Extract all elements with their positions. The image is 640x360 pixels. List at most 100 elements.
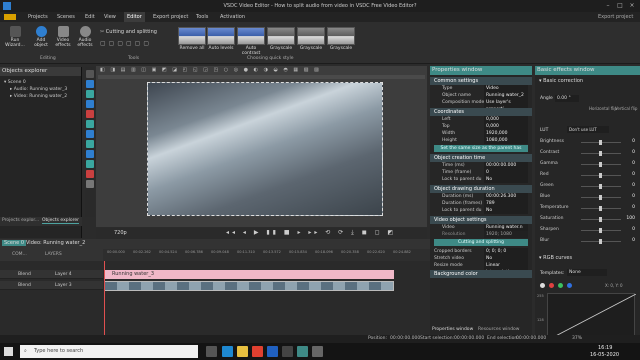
text-object-icon[interactable] [86, 180, 94, 188]
channel-green-icon[interactable] [558, 283, 563, 288]
audio-effects-button[interactable]: Audio effects [74, 26, 96, 48]
tab-properties-window[interactable]: Properties window [432, 327, 473, 332]
section-common[interactable]: Common settings [430, 77, 532, 85]
prop-time-frame[interactable]: Time (frame) 0 [430, 169, 532, 176]
zoom-select[interactable]: 720p [114, 230, 127, 236]
prop-video[interactable]: Video Running water.n [430, 224, 532, 231]
video-effects-button[interactable]: Video effects [52, 26, 74, 48]
ellipse-tool-icon[interactable] [86, 150, 94, 158]
section-drawing-duration[interactable]: Object drawing duration [430, 185, 532, 193]
shape-tool-icon[interactable] [86, 80, 94, 88]
vsdc-taskbar-icon[interactable] [297, 346, 308, 357]
slider-sharpen[interactable]: Sharpen 0 [535, 225, 640, 235]
channel-selector[interactable] [540, 282, 580, 290]
prop-top[interactable]: Top 0,000 [430, 123, 532, 130]
section-video-settings[interactable]: Video object settings [430, 216, 532, 224]
clock-time[interactable]: 16:19 [598, 345, 612, 351]
section-background-color[interactable]: Background color [430, 270, 532, 278]
tab-projects-explorer[interactable]: Projects explor... [2, 218, 39, 223]
close-icon[interactable]: × [627, 2, 637, 10]
slider-green[interactable]: Green 0 [535, 181, 640, 191]
templates-select[interactable]: None [567, 269, 607, 276]
menu-export-project[interactable]: Export project [153, 14, 188, 20]
audio-clip[interactable]: Running water_3 [104, 270, 394, 279]
menu-scenes[interactable]: Scenes [57, 14, 75, 20]
same-size-button[interactable]: Set the same size as the parent has [434, 145, 528, 152]
tree-item-scene[interactable]: ▾ Scene 0 [4, 79, 26, 86]
cutting-splitting-prop-button[interactable]: Cutting and splitting [434, 239, 528, 246]
section-creation-time[interactable]: Object creation time [430, 154, 532, 162]
canvas-toolbar[interactable]: ◧ ◨ ▤ ▥ ◫ ▣ ◩ ◪ ◰ ◱ ◲ ◳ ○ ◎ ● ◐ ◑ ◒ ◓ ▦ … [100, 67, 420, 73]
prop-duration-frames[interactable]: Duration (frames) 789 [430, 200, 532, 207]
slider-saturation[interactable]: Saturation 100 [535, 214, 640, 224]
windows-start-icon[interactable] [4, 347, 13, 356]
app-taskbar-icon[interactable] [282, 346, 293, 357]
edge-icon[interactable] [222, 346, 233, 357]
menu-editor[interactable]: Editor [124, 12, 145, 22]
slider-red[interactable]: Red 0 [535, 170, 640, 180]
menu-view[interactable]: View [104, 14, 116, 20]
chrome-icon[interactable] [252, 346, 263, 357]
layer-row-3[interactable]: Blend Layer 3 [0, 281, 103, 290]
task-view-icon[interactable] [206, 346, 217, 357]
horizontal-flip-checkbox[interactable]: Horizontal flip [589, 106, 617, 111]
tree-item-video[interactable]: ▸ Video: Running water_2 [10, 93, 67, 100]
angle-input[interactable]: 0.00 ° [555, 95, 579, 102]
run-wizard-button[interactable]: Run Wizard... [4, 26, 26, 48]
maximize-icon[interactable]: □ [615, 2, 625, 10]
basic-correction-header[interactable]: ▾ Basic correction [539, 78, 583, 84]
menu-tools[interactable]: Tools [196, 14, 208, 20]
tree-item-audio[interactable]: ▸ Audio: Running water_3 [10, 86, 67, 93]
menu-activation[interactable]: Activation [220, 14, 245, 20]
text-tool-icon[interactable] [86, 140, 94, 148]
channel-all-icon[interactable] [540, 283, 545, 288]
rgb-curves-header[interactable]: ▾ RGB curves [539, 255, 572, 261]
playback-controls[interactable]: ◂◂ ◂ ▶ ▮▮ ■ ▸ ▸▸ ⟲ ⟳ ⤓ ◼ ◻ ◩ [226, 229, 406, 238]
style-auto-levels[interactable]: Auto levels [207, 27, 235, 51]
quick-access-icon[interactable] [4, 14, 16, 20]
style-grayscale-3[interactable]: Grayscale [327, 27, 355, 51]
taskbar-search-box[interactable]: ⌕ Type here to search [20, 345, 198, 358]
prop-composition-mode[interactable]: Composition modeUse layer's properti [430, 99, 532, 113]
prop-lock-parent-1[interactable]: Lock to parent du No [430, 176, 532, 183]
prop-object-name[interactable]: Object name Running water_2 [430, 92, 532, 99]
breadcrumb-video[interactable]: Video: Running water_2 [26, 240, 85, 246]
breadcrumb-scene[interactable]: Scene 0 [2, 240, 27, 246]
prop-cropped-borders[interactable]: Cropped borders 0; 0; 0; 0 [430, 248, 532, 255]
export-link[interactable]: Export project [598, 14, 633, 20]
slider-contrast[interactable]: Contrast 0 [535, 148, 640, 158]
video-preview[interactable] [147, 82, 383, 216]
minimize-icon[interactable]: – [603, 2, 613, 10]
record-tool-icon[interactable] [86, 110, 94, 118]
tool-icons-row[interactable]: ▢▢▢▢▢▢ [100, 40, 170, 48]
word-icon[interactable] [267, 346, 278, 357]
media-taskbar-icon[interactable] [312, 346, 323, 357]
prop-width[interactable]: Width 1920,000 [430, 130, 532, 137]
add-object-button[interactable]: Add object [30, 26, 52, 48]
tab-resources-window[interactable]: Resources window [478, 327, 519, 332]
clock-date[interactable]: 16-05-2020 [590, 352, 619, 358]
prop-left[interactable]: Left 0,000 [430, 116, 532, 123]
video-clip[interactable] [104, 281, 394, 291]
prop-time-ms[interactable]: Time (ms) 00:00:00.000 [430, 162, 532, 169]
vertical-flip-checkbox[interactable]: Vertical flip [615, 106, 637, 111]
rgb-curve-editor[interactable] [547, 293, 637, 341]
style-remove-all[interactable]: Remove all [178, 27, 206, 51]
section-coordinates[interactable]: Coordinates [430, 108, 532, 116]
sprite-tool-icon[interactable] [86, 170, 94, 178]
slider-blur[interactable]: Blur 0 [535, 236, 640, 246]
timeline-ruler[interactable]: 00:00.000 00:02.262 00:04.524 00:06.786 00:0… [103, 249, 430, 261]
style-auto-contrast[interactable]: Auto contrast [237, 27, 265, 56]
chart-tool-icon[interactable] [86, 160, 94, 168]
style-grayscale-1[interactable]: Grayscale [267, 27, 295, 51]
style-grayscale-2[interactable]: Grayscale [297, 27, 325, 51]
slider-temperature[interactable]: Temperature 0 [535, 203, 640, 213]
slider-gamma[interactable]: Gamma 0 [535, 159, 640, 169]
file-explorer-icon[interactable] [237, 346, 248, 357]
pointer-tool-icon[interactable] [86, 70, 94, 78]
zoom-value[interactable]: 37% [572, 335, 582, 343]
prop-stretch-video[interactable]: Stretch video No [430, 255, 532, 262]
menu-projects[interactable]: Projects [28, 14, 48, 20]
video-tool-icon[interactable] [86, 100, 94, 108]
playhead[interactable] [104, 261, 105, 335]
